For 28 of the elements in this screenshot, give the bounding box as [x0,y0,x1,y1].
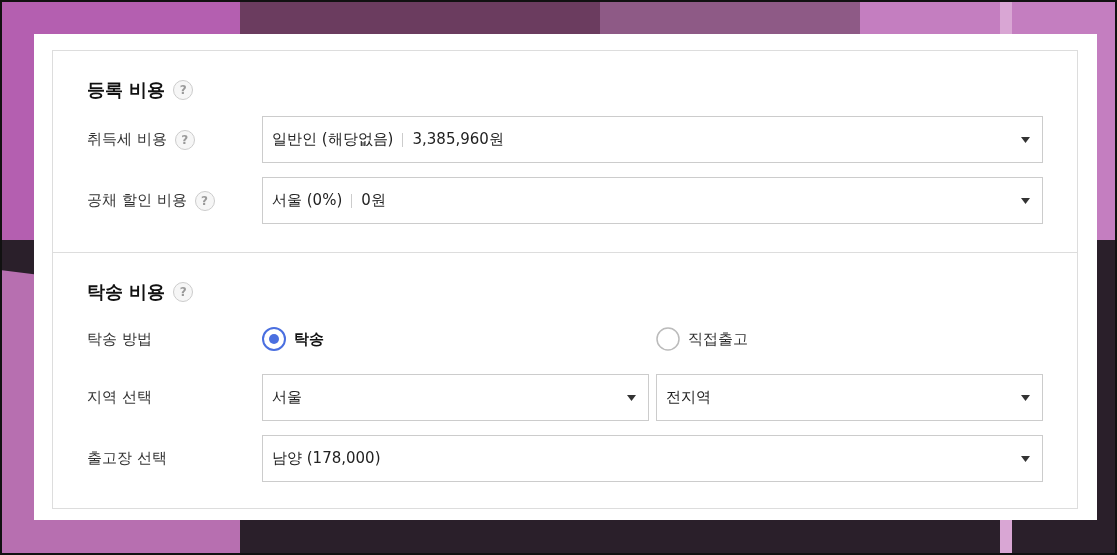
dropdown-value: 0원 [361,191,386,210]
dropdown-caret-icon [627,394,636,401]
section-title: 등록 비용 [87,78,166,102]
radio-button-icon [262,327,286,351]
dropdown-caret-icon [1021,197,1030,204]
dropdown-caret-icon [1021,136,1030,143]
radio-button-icon [656,327,680,351]
dropdown[interactable]: 일반인 (해당없음) 3,385,960원 [262,116,1043,163]
dropdown[interactable]: 남양 (178,000) [262,435,1043,482]
dropdown-value: 일반인 (해당없음) [272,130,394,149]
dropdown-caret-icon [1021,394,1030,401]
section-title: 탁송 비용 [87,280,166,304]
dropdown-value: 서울 (0%) [272,191,343,210]
dropdown[interactable]: 서울 [262,374,649,421]
dropdown[interactable]: 서울 (0%) 0원 [262,177,1043,224]
radio-option[interactable]: 탁송 [262,327,649,351]
dropdown-caret-icon [1021,455,1030,462]
field-label: 공채 할인 비용 [87,191,187,210]
dropdown[interactable]: 전지역 [656,374,1043,421]
field-label: 출고장 선택 [87,449,167,468]
field-label: 탁송 방법 [87,329,152,349]
dropdown-value: 서울 [272,388,302,407]
radio-option[interactable]: 직접출고 [656,327,1043,351]
dropdown-value: 3,385,960원 [412,130,504,149]
field-label: 취득세 비용 [87,130,167,149]
dropdown-value: 남양 (178,000) [272,449,381,468]
dropdown-value: 전지역 [666,388,711,407]
field-label: 지역 선택 [87,388,152,407]
